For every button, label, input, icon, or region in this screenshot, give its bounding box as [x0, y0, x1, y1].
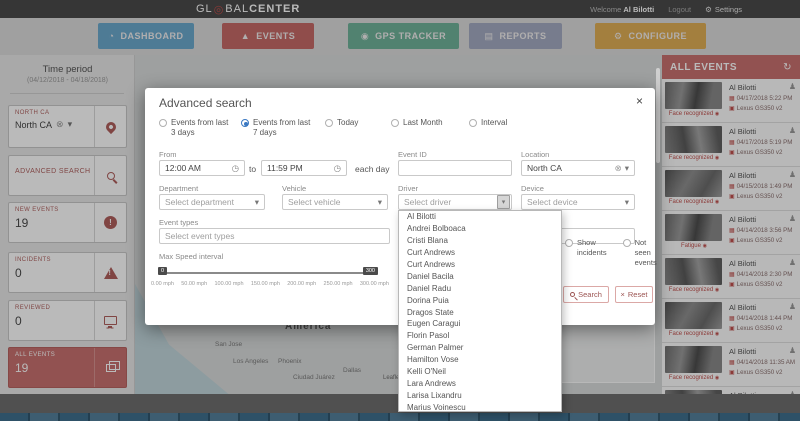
chevron-down-icon	[378, 197, 382, 208]
close-icon[interactable]	[636, 94, 643, 108]
event-types-input[interactable]: Select event types	[159, 228, 390, 244]
chevron-down-icon	[255, 197, 259, 208]
driver-option[interactable]: Florin Pasol	[399, 330, 561, 342]
filter-radio-option[interactable]: Show incidents	[565, 238, 607, 267]
driver-option[interactable]: Curt Andrews	[399, 247, 561, 259]
clock-icon	[334, 163, 341, 174]
chevron-down-icon	[625, 163, 629, 174]
speed-tick-label: 200.00 mph	[287, 281, 317, 287]
speed-tick-label: 50.00 mph	[181, 281, 208, 287]
driver-option[interactable]: Dorina Puia	[399, 294, 561, 306]
driver-option[interactable]: Eugen Caragui	[399, 318, 561, 330]
time-from-field[interactable]: 12:00 AM	[159, 160, 245, 176]
driver-option[interactable]: Kelli O'Neil	[399, 366, 561, 378]
filter-radio-option[interactable]: Not seen events	[622, 238, 657, 267]
events-scrollbar-thumb[interactable]	[656, 68, 660, 163]
device-select[interactable]: Select device	[521, 194, 635, 210]
max-speed-label: Max Speed interval	[159, 252, 224, 261]
chevron-down-icon	[625, 197, 629, 208]
vehicle-select[interactable]: Select vehicle	[282, 194, 388, 210]
time-to-field[interactable]: 11:59 PM	[261, 160, 347, 176]
driver-label: Driver	[398, 184, 418, 193]
period-radio-option[interactable]: Events from last 3 days	[159, 118, 241, 139]
clear-icon[interactable]	[615, 163, 622, 174]
driver-option[interactable]: German Palmer	[399, 342, 561, 354]
app-root: GL◎BALCENTER Welcome Al Bilotti Logout S…	[0, 0, 800, 421]
modal-title: Advanced search	[159, 96, 252, 110]
radio-icon	[622, 239, 631, 247]
radio-icon	[469, 119, 477, 127]
speed-tick-label: 250.00 mph	[323, 281, 353, 287]
radio-icon	[241, 119, 249, 127]
event-types-label: Event types	[159, 218, 199, 227]
speed-tick-label: 300.00 mph	[359, 281, 389, 287]
event-id-input[interactable]	[398, 160, 512, 176]
radio-icon	[391, 119, 399, 127]
driver-select[interactable]: Select driver	[398, 194, 512, 210]
speed-tick-label: 0.00 mph	[151, 281, 174, 287]
speed-tick-label: 150.00 mph	[250, 281, 280, 287]
driver-option[interactable]: Daniel Radu	[399, 282, 561, 294]
event-id-label: Event ID	[398, 150, 427, 159]
department-label: Department	[159, 184, 199, 193]
search-button[interactable]: Search	[563, 286, 609, 303]
driver-option[interactable]: Curt Andrews	[399, 259, 561, 271]
vehicle-label: Vehicle	[282, 184, 307, 193]
period-radio-option[interactable]: Events from last 7 days	[241, 118, 325, 139]
speed-min-handle[interactable]: 0	[158, 267, 168, 275]
reset-button[interactable]: Reset	[615, 286, 653, 303]
driver-dropdown-list: Al Bilotti Andrei Bolboaca Cristi Blana Cur…	[398, 210, 562, 412]
driver-option[interactable]: Dragos State	[399, 306, 561, 318]
driver-option[interactable]: Marius Voinescu	[399, 401, 561, 411]
device-label: Device	[521, 184, 544, 193]
location-select[interactable]: North CA	[521, 160, 635, 176]
search-icon	[570, 292, 576, 297]
speed-tick-label: 100.00 mph	[214, 281, 244, 287]
x-icon	[621, 290, 625, 299]
period-radio-option[interactable]: Last Month	[391, 118, 469, 139]
each-day-label: each day	[355, 164, 390, 174]
radio-icon	[325, 119, 333, 127]
driver-select-caret-button[interactable]	[497, 195, 510, 209]
driver-option[interactable]: Cristi Blana	[399, 235, 561, 247]
speed-max-handle[interactable]: 300	[362, 267, 378, 275]
radio-icon	[565, 239, 573, 247]
period-radio-option[interactable]: Interval	[469, 118, 533, 139]
radio-icon	[159, 119, 167, 127]
driver-option[interactable]: Daniel Bacila	[399, 270, 561, 282]
period-radio-option[interactable]: Today	[325, 118, 391, 139]
driver-option[interactable]: Larisa Lixandru	[399, 389, 561, 401]
driver-option[interactable]: Lara Andrews	[399, 377, 561, 389]
department-select[interactable]: Select department	[159, 194, 265, 210]
clock-icon	[232, 163, 239, 174]
chevron-down-icon	[502, 198, 506, 206]
location-label: Location	[521, 150, 550, 159]
to-label: to	[249, 164, 257, 174]
driver-option[interactable]: Andrei Bolboaca	[399, 223, 561, 235]
driver-option[interactable]: Al Bilotti	[399, 211, 561, 223]
driver-option[interactable]: Hamilton Vose	[399, 354, 561, 366]
from-label: From	[159, 150, 177, 159]
speed-slider-track[interactable]: 0 300	[158, 267, 378, 275]
